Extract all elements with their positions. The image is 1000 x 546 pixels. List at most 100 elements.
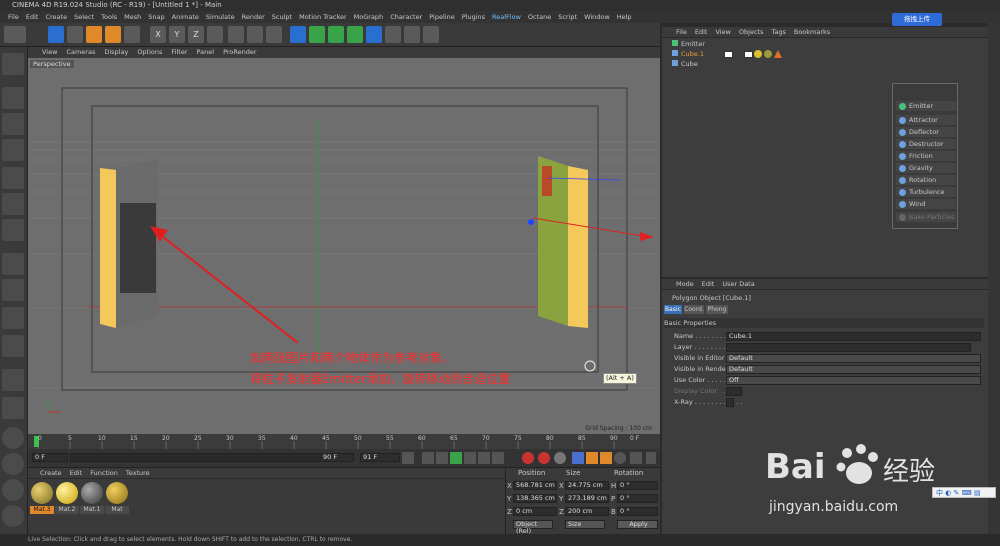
texture-grid-icon[interactable]: [2, 397, 24, 419]
camera-icon[interactable]: [404, 26, 420, 43]
render-view-icon[interactable]: [228, 26, 244, 43]
sphere-material-icon-4[interactable]: [2, 505, 24, 527]
rotation-p-field[interactable]: 0 °: [617, 494, 658, 503]
x-axis-toggle[interactable]: X: [150, 26, 166, 43]
preview-end-field[interactable]: 90 F: [320, 453, 354, 462]
size-mode-select[interactable]: Size: [565, 520, 605, 529]
object-row-cube-1[interactable]: Cube.1: [672, 50, 704, 59]
position-y-field[interactable]: 138.365 cm: [513, 494, 557, 503]
menu-realflow[interactable]: RealFlow: [492, 11, 521, 23]
go-to-start-icon[interactable]: [402, 452, 414, 464]
position-key-icon[interactable]: [572, 452, 584, 464]
scale-icon[interactable]: [86, 26, 102, 43]
material-preview-mat1[interactable]: [81, 482, 103, 504]
vp-menu-cameras[interactable]: Cameras: [66, 47, 95, 58]
scale-key-icon[interactable]: [586, 452, 598, 464]
mat-menu-function[interactable]: Function: [90, 468, 118, 478]
menu-render[interactable]: Render: [242, 11, 265, 23]
record-icon[interactable]: [522, 452, 534, 464]
visible-in-renderer-select[interactable]: Default: [726, 365, 981, 374]
menu-octane[interactable]: Octane: [528, 11, 551, 23]
menu-character[interactable]: Character: [390, 11, 422, 23]
position-x-field[interactable]: 568.781 cm: [513, 481, 557, 490]
coordinate-system-icon[interactable]: [207, 26, 223, 43]
vp-menu-prorender[interactable]: ProRender: [223, 47, 256, 58]
tab-coord[interactable]: Coord.: [684, 305, 704, 314]
recent-tool-icon[interactable]: [124, 26, 140, 43]
vp-menu-filter[interactable]: Filter: [171, 47, 187, 58]
cube-icon[interactable]: [290, 26, 306, 43]
cloud-upload-button[interactable]: 拖拽上传: [892, 13, 942, 26]
menu-item-rotation[interactable]: Rotation: [896, 175, 956, 186]
am-menu-mode[interactable]: Mode: [676, 279, 694, 289]
position-z-field[interactable]: 0 cm: [513, 507, 557, 516]
menu-item-attractor[interactable]: Attractor: [896, 115, 956, 126]
menu-edit[interactable]: Edit: [26, 11, 39, 23]
timeline-menu-icon[interactable]: [646, 452, 656, 464]
render-to-picture-viewer-icon[interactable]: [247, 26, 263, 43]
menu-plugins[interactable]: Plugins: [462, 11, 485, 23]
menu-item-gravity[interactable]: Gravity: [896, 163, 956, 174]
menu-item-emitter[interactable]: Emitter: [896, 101, 956, 112]
menu-script[interactable]: Script: [558, 11, 577, 23]
use-color-select[interactable]: Off: [726, 376, 981, 385]
om-menu-tags[interactable]: Tags: [771, 27, 785, 37]
floor-icon[interactable]: [385, 26, 401, 43]
move-icon[interactable]: [67, 26, 83, 43]
menu-snap[interactable]: Snap: [148, 11, 164, 23]
menu-create[interactable]: Create: [45, 11, 67, 23]
parameter-key-icon[interactable]: [614, 452, 626, 464]
menu-item-deflector[interactable]: Deflector: [896, 127, 956, 138]
model-mode-icon[interactable]: [2, 87, 24, 109]
om-menu-file[interactable]: File: [676, 27, 687, 37]
x-ray-checkbox[interactable]: [726, 398, 734, 407]
y-axis-toggle[interactable]: Y: [169, 26, 185, 43]
material-preview-mat[interactable]: [106, 482, 128, 504]
points-mode-icon[interactable]: [2, 167, 24, 189]
vp-menu-display[interactable]: Display: [104, 47, 128, 58]
menu-tools[interactable]: Tools: [101, 11, 117, 23]
om-menu-bookmarks[interactable]: Bookmarks: [794, 27, 830, 37]
deformer-icon[interactable]: [366, 26, 382, 43]
menu-simulate[interactable]: Simulate: [206, 11, 235, 23]
preview-range-slider[interactable]: [70, 453, 352, 462]
menu-select[interactable]: Select: [74, 11, 94, 23]
size-y-field[interactable]: 273.189 cm: [565, 494, 609, 503]
rotate-icon[interactable]: [105, 26, 121, 43]
menu-item-wind[interactable]: Wind: [896, 199, 956, 210]
vp-menu-panel[interactable]: Panel: [197, 47, 215, 58]
object-row-cube[interactable]: Cube: [672, 60, 698, 69]
menu-pipeline[interactable]: Pipeline: [429, 11, 454, 23]
size-x-field[interactable]: 24.775 cm: [565, 481, 609, 490]
axis-mode-icon[interactable]: [2, 253, 24, 275]
keyframe-selection-icon[interactable]: [554, 452, 566, 464]
sphere-material-icon-2[interactable]: [2, 453, 24, 475]
previous-frame-icon[interactable]: [436, 452, 448, 464]
workplane-lock-icon[interactable]: [2, 335, 24, 357]
rotation-h-field[interactable]: 0 °: [617, 481, 658, 490]
rotation-b-field[interactable]: 0 °: [617, 507, 658, 516]
tweak-mode-icon[interactable]: [2, 279, 24, 301]
material-tag-icon[interactable]: [764, 50, 772, 58]
next-frame-icon[interactable]: [464, 452, 476, 464]
menu-item-turbulence[interactable]: Turbulence: [896, 187, 956, 198]
workplane-icon[interactable]: [2, 139, 24, 161]
render-settings-icon[interactable]: [266, 26, 282, 43]
menu-item-friction[interactable]: Friction: [896, 151, 956, 162]
array-icon[interactable]: [347, 26, 363, 43]
mat-menu-create[interactable]: Create: [40, 468, 62, 478]
rotation-key-icon[interactable]: [600, 452, 612, 464]
go-to-end-icon[interactable]: [492, 452, 504, 464]
snap-icon[interactable]: [2, 307, 24, 329]
light-icon[interactable]: [423, 26, 439, 43]
polygons-mode-icon[interactable]: [2, 219, 24, 241]
z-axis-toggle[interactable]: Z: [188, 26, 204, 43]
play-icon[interactable]: [450, 452, 462, 464]
menu-item-destructor[interactable]: Destructor: [896, 139, 956, 150]
menu-animate[interactable]: Animate: [172, 11, 199, 23]
menu-mesh[interactable]: Mesh: [124, 11, 141, 23]
timeline-ruler[interactable]: 0 5 10 15 20 25 30 35 40 45 50 55 60 65 …: [28, 434, 660, 449]
am-menu-edit[interactable]: Edit: [702, 279, 715, 289]
undo-icon[interactable]: [4, 26, 26, 43]
menu-mograph[interactable]: MoGraph: [354, 11, 384, 23]
